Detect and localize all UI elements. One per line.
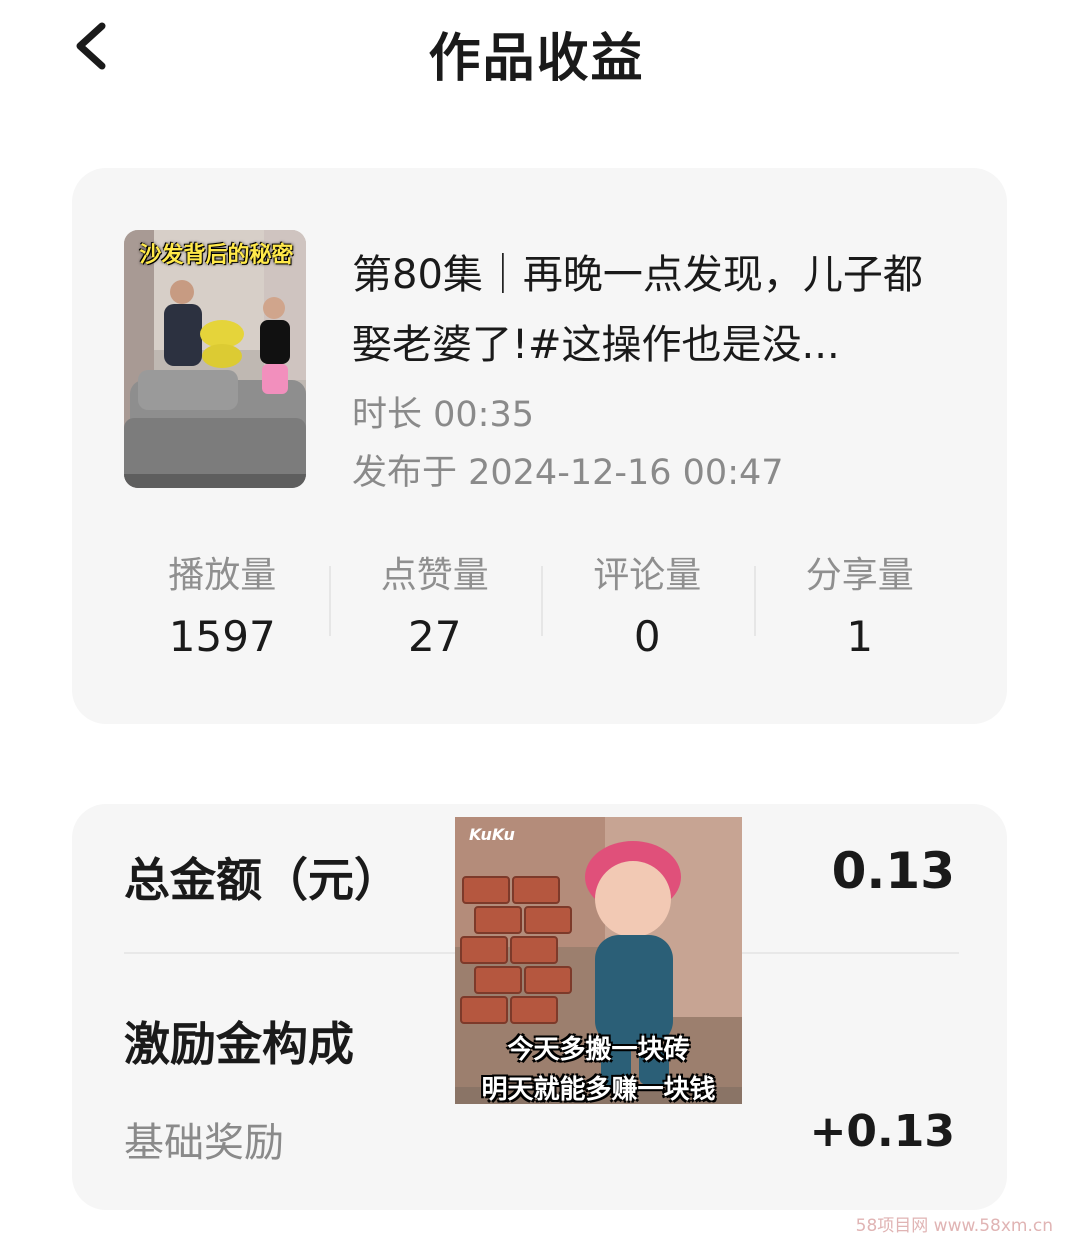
video-publish-time: 发布于 2024-12-16 00:47	[352, 453, 784, 493]
stat-plays: 播放量 1597	[116, 546, 329, 661]
basic-reward-value: +0.13	[809, 1106, 955, 1157]
stat-label: 评论量	[593, 555, 702, 596]
video-duration: 时长 00:35	[352, 395, 534, 435]
stats-row: 播放量 1597 点赞量 27 评论量 0 分享量 1	[116, 546, 967, 661]
page-title: 作品收益	[0, 16, 1073, 91]
header: 作品收益	[0, 0, 1073, 110]
stat-comments: 评论量 0	[541, 546, 754, 661]
stat-label: 分享量	[805, 555, 914, 596]
meme-caption-line1: 今天多搬一块砖	[507, 1035, 690, 1065]
stat-value: 1	[846, 612, 874, 661]
stat-shares: 分享量 1	[753, 546, 967, 661]
stat-value: 1597	[168, 612, 276, 661]
stat-value: 27	[408, 612, 462, 661]
total-amount-value: 0.13	[831, 842, 955, 900]
video-title[interactable]: 第80集｜再晚一点发现，儿子都娶老婆了!#这操作也是没...	[352, 240, 962, 380]
meme-sticker: KuKu 今天多搬一块砖 明天就能多赚一块钱	[455, 817, 742, 1104]
stat-likes: 点赞量 27	[328, 546, 542, 661]
video-thumbnail[interactable]: 沙发背后的秘密	[124, 230, 306, 488]
basic-reward-label: 基础奖励	[124, 1120, 284, 1166]
meme-caption-line2: 明天就能多赚一块钱	[481, 1075, 716, 1104]
stat-label: 播放量	[168, 555, 277, 596]
meme-logo: KuKu	[469, 825, 515, 844]
stat-value: 0	[633, 612, 661, 661]
watermark: 58项目网 www.58xm.cn	[855, 1216, 1053, 1236]
thumbnail-caption: 沙发背后的秘密	[139, 243, 294, 268]
stat-label: 点赞量	[380, 555, 489, 596]
page-title-text: 作品收益	[426, 16, 647, 91]
video-card: 沙发背后的秘密 第80集｜再晚一点发现，儿子都娶老婆了!#这操作也是没... 时…	[72, 168, 1007, 724]
total-amount-label: 总金额（元）	[124, 853, 400, 907]
incentive-breakdown-label: 激励金构成	[124, 1017, 354, 1071]
